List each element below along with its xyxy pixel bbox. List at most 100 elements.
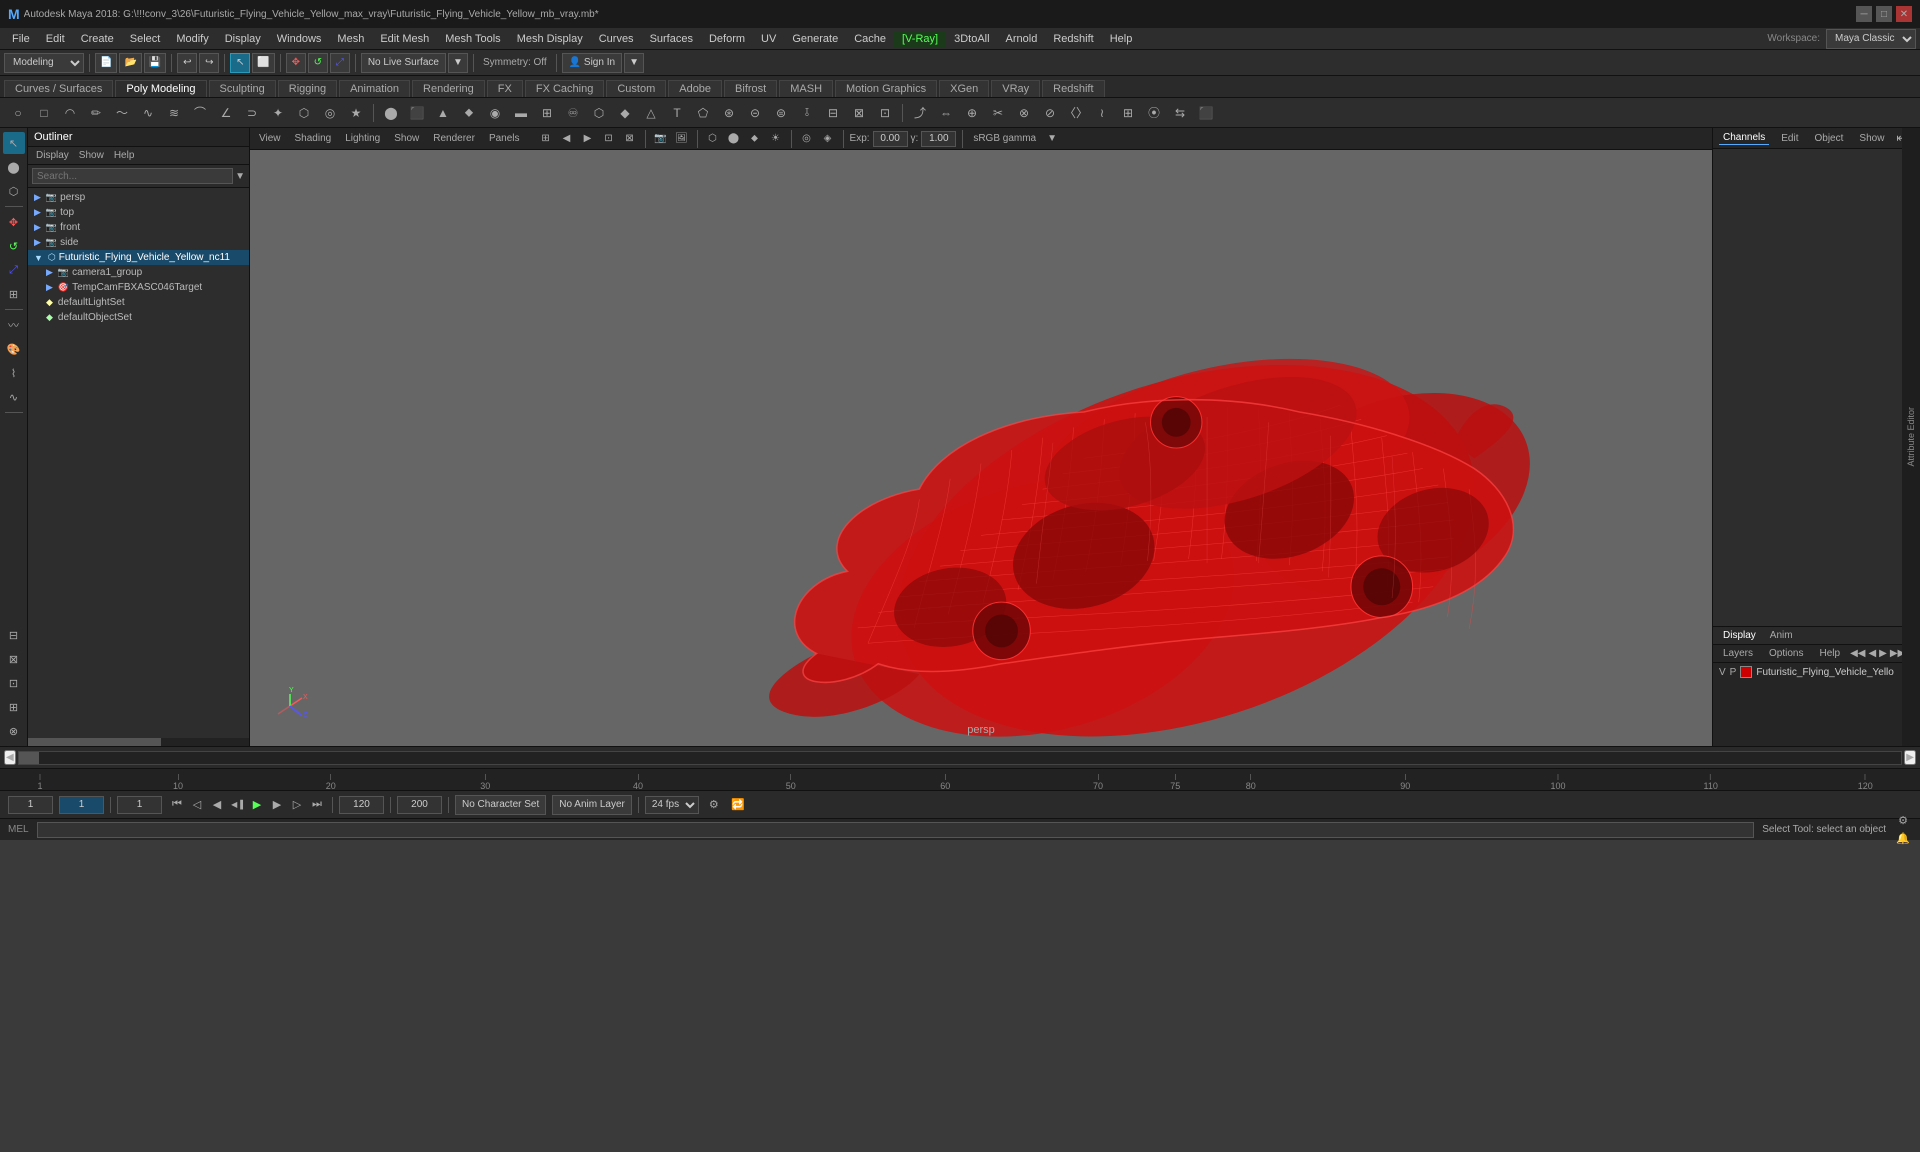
last-frame-btn[interactable]: ⏭ <box>308 796 326 814</box>
menu-edit[interactable]: Edit <box>38 31 73 47</box>
menu-select[interactable]: Select <box>122 31 169 47</box>
vp-menu-lighting[interactable]: Lighting <box>340 132 385 145</box>
vp-frame-all[interactable]: ⊡ <box>600 130 618 148</box>
tab-bifrost[interactable]: Bifrost <box>724 80 777 97</box>
append-tool[interactable]: ⊞ <box>1116 101 1140 125</box>
pipe-tool[interactable]: ⬡ <box>587 101 611 125</box>
paint-btn-l[interactable]: 🎨 <box>3 338 25 360</box>
wave-tool[interactable]: ≋ <box>162 101 186 125</box>
cut-tool[interactable]: ✂ <box>986 101 1010 125</box>
outliner-item-cam-group[interactable]: ▶ 📷 camera1_group <box>40 265 249 280</box>
save-btn[interactable]: 💾 <box>144 53 166 73</box>
layer-item-row[interactable]: V P Futuristic_Flying_Vehicle_Yello <box>1713 663 1902 681</box>
tl-scroll-left[interactable]: ◀ <box>4 750 16 765</box>
outliner-item-top[interactable]: ▶ 📷 top <box>28 205 249 220</box>
tab-fx-caching[interactable]: FX Caching <box>525 80 604 97</box>
outliner-item-persp[interactable]: ▶ 📷 persp <box>28 190 249 205</box>
play-btn[interactable]: ▶ <box>248 796 266 814</box>
tab-motion-graphics[interactable]: Motion Graphics <box>835 80 937 97</box>
maximize-btn[interactable]: □ <box>1876 6 1892 22</box>
help-subtab[interactable]: Help <box>1813 647 1846 660</box>
tl-scroll-right[interactable]: ▶ <box>1904 750 1916 765</box>
vp-menu-show[interactable]: Show <box>389 132 424 145</box>
rotate-btn[interactable]: ↺ <box>308 53 328 73</box>
menu-redshift[interactable]: Redshift <box>1045 31 1101 47</box>
channels-tab[interactable]: Channels <box>1719 131 1769 145</box>
curve-tool[interactable]: 〜 <box>110 101 134 125</box>
menu-windows[interactable]: Windows <box>269 31 330 47</box>
vp-menu-shading[interactable]: Shading <box>290 132 337 145</box>
range-end-field[interactable] <box>339 796 384 814</box>
display-btn3[interactable]: ⊡ <box>3 672 25 694</box>
scale-btn[interactable]: ⤢ <box>330 53 350 73</box>
vp-menu-view[interactable]: View <box>254 132 286 145</box>
paint-select-btn[interactable]: ⬤ <box>3 156 25 178</box>
geo-tool[interactable]: ⊛ <box>717 101 741 125</box>
tab-custom[interactable]: Custom <box>606 80 666 97</box>
sculpt-tool[interactable]: ⊟ <box>821 101 845 125</box>
select-tool-btn[interactable]: ↖ <box>230 53 250 73</box>
close-btn[interactable]: ✕ <box>1896 6 1912 22</box>
layer-prev-single[interactable]: ◀ <box>1868 648 1876 659</box>
tab-mash[interactable]: MASH <box>779 80 833 97</box>
status-btn2[interactable]: 🔔 <box>1894 830 1912 848</box>
vp-smooth-shade[interactable]: ⬤ <box>725 130 743 148</box>
rect-tool[interactable]: □ <box>32 101 56 125</box>
tab-rendering[interactable]: Rendering <box>412 80 485 97</box>
lattice-tool[interactable]: ⊞ <box>535 101 559 125</box>
menu-editmesh[interactable]: Edit Mesh <box>372 31 437 47</box>
helix-tool[interactable]: ♾ <box>561 101 585 125</box>
first-frame-btn[interactable]: ⏮ <box>168 796 186 814</box>
cone-tool[interactable]: ▲ <box>431 101 455 125</box>
tab-vray[interactable]: VRay <box>991 80 1040 97</box>
vp-prev-view[interactable]: ◀ <box>558 130 576 148</box>
range-start-field[interactable] <box>117 796 162 814</box>
status-btn1[interactable]: ⚙ <box>1894 812 1912 830</box>
menu-arnold[interactable]: Arnold <box>998 31 1046 47</box>
next-frame-btn[interactable]: ▶ <box>268 796 286 814</box>
layer-p[interactable]: P <box>1730 667 1737 678</box>
rotate-btn-l[interactable]: ↺ <box>3 235 25 257</box>
show-tab[interactable]: Show <box>1855 132 1888 145</box>
edit-tab[interactable]: Edit <box>1777 132 1802 145</box>
tab-xgen[interactable]: XGen <box>939 80 989 97</box>
move-btn-l[interactable]: ✥ <box>3 211 25 233</box>
layer-prev[interactable]: ◀◀ <box>1850 648 1865 659</box>
vp-isolate[interactable]: ◈ <box>819 130 837 148</box>
arc-tool[interactable]: ◠ <box>58 101 82 125</box>
playback-settings-btn[interactable]: ⚙ <box>705 796 723 814</box>
text-tool[interactable]: T <box>665 101 689 125</box>
platonic-tool[interactable]: ⬠ <box>691 101 715 125</box>
live-arrow[interactable]: ▼ <box>448 53 468 73</box>
soft-tool[interactable]: ⊠ <box>847 101 871 125</box>
undo-btn[interactable]: ↩ <box>177 53 197 73</box>
layer-v[interactable]: V <box>1719 667 1726 678</box>
mel-input[interactable] <box>37 822 1755 838</box>
fps-select[interactable]: 24 fps 30 fps 60 fps <box>645 796 699 814</box>
smooth-tool[interactable]: ⊃ <box>240 101 264 125</box>
anim-end-field[interactable] <box>397 796 442 814</box>
vp-wireframe[interactable]: ⬡ <box>704 130 722 148</box>
vp-texture[interactable]: ⬥ <box>746 130 764 148</box>
frame-start-field[interactable] <box>8 796 53 814</box>
pen-tool[interactable]: ✏ <box>84 101 108 125</box>
circle-tool[interactable]: ○ <box>6 101 30 125</box>
poly-tool[interactable]: ⬡ <box>292 101 316 125</box>
nurbs-tool[interactable]: ◎ <box>318 101 342 125</box>
crease-tool[interactable]: 〈〉 <box>1064 101 1088 125</box>
timeline-scrollbar[interactable] <box>18 751 1903 765</box>
crease-btn-l[interactable]: ⌇ <box>3 362 25 384</box>
gamma-mode-btn[interactable]: sRGB gamma <box>969 130 1040 148</box>
vp-menu-panels[interactable]: Panels <box>484 132 525 145</box>
display-layer-tab[interactable]: Display <box>1717 629 1762 642</box>
tab-curves-surfaces[interactable]: Curves / Surfaces <box>4 80 113 97</box>
tab-redshift[interactable]: Redshift <box>1042 80 1104 97</box>
no-anim-layer-btn[interactable]: No Anim Layer <box>552 795 632 815</box>
outliner-scrollbar[interactable] <box>28 738 249 746</box>
display-btn5[interactable]: ⊗ <box>3 720 25 742</box>
scale-btn-l[interactable]: ⤢ <box>3 259 25 281</box>
vp-lighting-btn[interactable]: ☀ <box>767 130 785 148</box>
bezier-tool[interactable]: ⌒ <box>188 101 212 125</box>
extrude-tool[interactable]: ⤴ <box>908 101 932 125</box>
exposure-input[interactable] <box>873 131 908 147</box>
